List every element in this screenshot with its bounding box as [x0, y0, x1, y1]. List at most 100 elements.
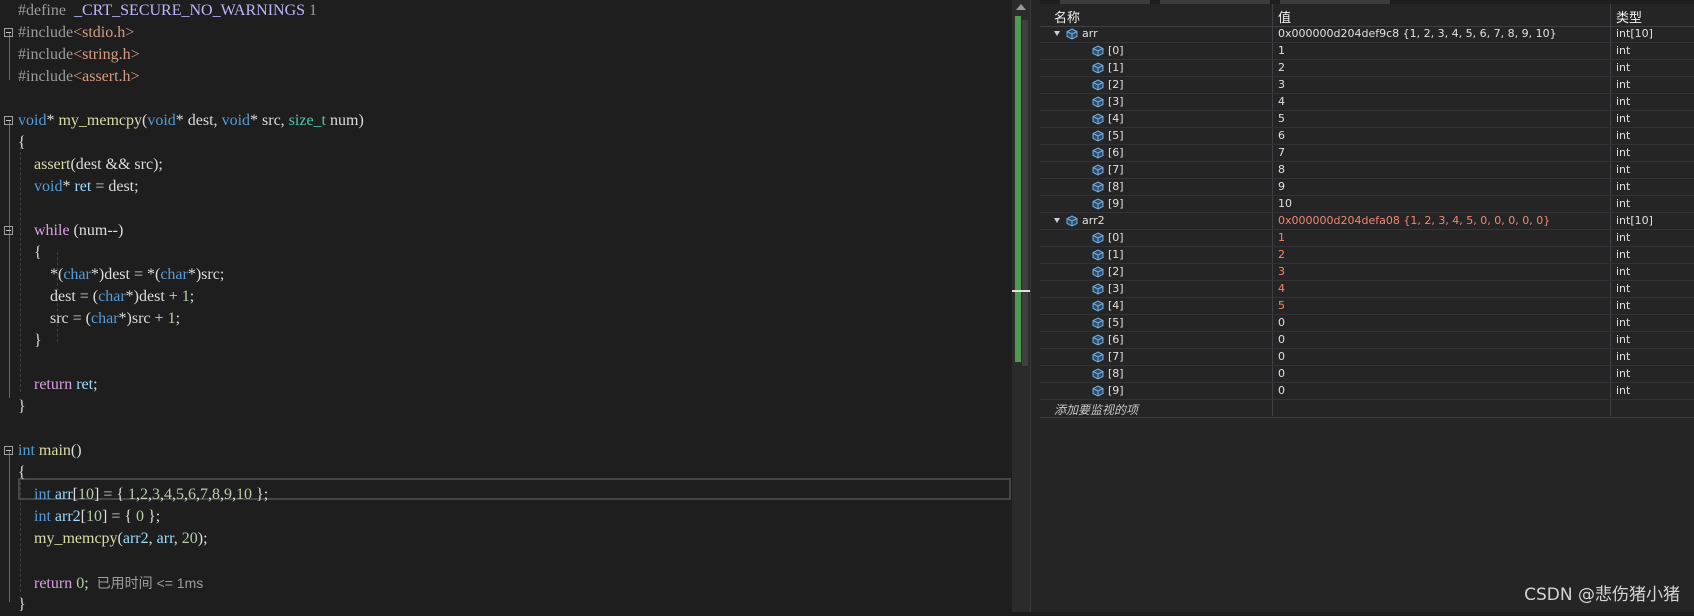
code-token: src = ( [18, 310, 92, 327]
watch-value[interactable]: 0 [1278, 333, 1285, 346]
fold-toggle-icon[interactable] [4, 226, 13, 235]
watch-value[interactable]: 0x000000d204defa08 {1, 2, 3, 4, 5, 0, 0,… [1278, 214, 1550, 227]
watch-name: [3] [1108, 95, 1124, 108]
watch-row-element[interactable]: [0] 1 int [1040, 230, 1694, 247]
watch-row-element[interactable]: [9] 10 int [1040, 196, 1694, 213]
code-token: 9 [224, 486, 233, 503]
scroll-up-arrow-icon[interactable] [1016, 4, 1026, 10]
watermark: CSDN @悲伤猪小猪 [1524, 585, 1680, 605]
code-token: ] = { [93, 486, 129, 503]
expand-triangle-icon[interactable] [1054, 31, 1060, 36]
watch-row-element[interactable]: [1] 2 int [1040, 247, 1694, 264]
code-token: 5 [176, 486, 185, 503]
expand-triangle-icon[interactable] [1054, 218, 1060, 223]
code-token: char [98, 288, 126, 305]
watch-value[interactable]: 5 [1278, 112, 1285, 125]
scroll-thumb[interactable] [1022, 20, 1028, 366]
watch-row-element[interactable]: [8] 0 int [1040, 366, 1694, 383]
code-token: 0 [76, 575, 85, 592]
watch-value[interactable]: 0 [1278, 384, 1285, 397]
watch-row-element[interactable]: [3] 4 int [1040, 281, 1694, 298]
watch-value[interactable]: 3 [1278, 78, 1285, 91]
watch-row-element[interactable]: [5] 6 int [1040, 128, 1694, 145]
watch-value[interactable]: 4 [1278, 95, 1285, 108]
add-watch-item-placeholder[interactable]: 添加要监视的项 [1054, 401, 1138, 418]
watch-row-element[interactable]: [8] 9 int [1040, 179, 1694, 196]
watch-row-element[interactable]: [6] 0 int [1040, 332, 1694, 349]
code-line-text: } [18, 330, 42, 352]
code-token: (num--) [69, 222, 124, 239]
watch-row-variable[interactable]: arr 0x000000d204def9c8 {1, 2, 3, 4, 5, 6,… [1040, 26, 1694, 43]
watch-value[interactable]: 0 [1278, 350, 1285, 363]
fold-toggle-icon[interactable] [4, 446, 13, 455]
watch-value[interactable]: 1 [1278, 231, 1285, 244]
watch-row-element[interactable]: [6] 7 int [1040, 145, 1694, 162]
code-token: ret [74, 178, 92, 195]
watch-row-element[interactable]: [4] 5 int [1040, 298, 1694, 315]
watch-value[interactable]: 4 [1278, 282, 1285, 295]
code-token: void [18, 112, 47, 129]
watch-row-element[interactable]: [1] 2 int [1040, 60, 1694, 77]
watch-row-element[interactable]: [7] 0 int [1040, 349, 1694, 366]
watch-value[interactable]: 0x000000d204def9c8 {1, 2, 3, 4, 5, 6, 7,… [1278, 27, 1557, 40]
fold-toggle-icon[interactable] [4, 116, 13, 125]
code-token: #define [18, 2, 74, 19]
watch-row-element[interactable]: [3] 4 int [1040, 94, 1694, 111]
code-token: int [18, 442, 35, 459]
watch-type: int [1616, 95, 1631, 108]
variable-cube-icon [1092, 198, 1104, 210]
add-watch-item-row[interactable]: 添加要监视的项 [1040, 400, 1694, 418]
fold-toggle-icon[interactable] [4, 28, 13, 37]
watch-value[interactable]: 3 [1278, 265, 1285, 278]
watch-type: int [1616, 350, 1631, 363]
watch-row-element[interactable]: [2] 3 int [1040, 77, 1694, 94]
watch-row-element[interactable]: [4] 5 int [1040, 111, 1694, 128]
code-token: arr [156, 530, 174, 547]
code-editor[interactable]: #define _CRT_SECURE_NO_WARNINGS 1 #includ… [0, 0, 1012, 613]
watch-window[interactable]: 名称 值 类型 arr 0x000000d204def9c8 {1, 2, 3, … [1040, 0, 1694, 612]
code-token: ; [189, 288, 195, 305]
watch-value[interactable]: 6 [1278, 129, 1285, 142]
code-token: 20 [181, 530, 198, 547]
watch-value[interactable]: 0 [1278, 367, 1285, 380]
code-token: arr2 [54, 508, 81, 525]
watch-row-element[interactable]: [7] 8 int [1040, 162, 1694, 179]
code-token: * dest, [175, 112, 222, 129]
code-line-text: src = (char*)src + 1; [18, 308, 180, 330]
watch-value[interactable]: 5 [1278, 299, 1285, 312]
variable-cube-icon [1092, 79, 1104, 91]
code-token: #include [18, 24, 74, 41]
code-token: 10 [236, 486, 253, 503]
code-token: char [63, 266, 91, 283]
watch-name: [7] [1108, 163, 1124, 176]
column-header-type[interactable]: 类型 [1616, 7, 1642, 26]
watch-value[interactable]: 2 [1278, 248, 1285, 261]
watch-row-variable[interactable]: arr2 0x000000d204defa08 {1, 2, 3, 4, 5, 0… [1040, 213, 1694, 230]
fold-bar [9, 120, 10, 398]
watch-value[interactable]: 2 [1278, 61, 1285, 74]
watch-value[interactable]: 0 [1278, 316, 1285, 329]
column-header-name[interactable]: 名称 [1054, 7, 1080, 26]
variable-cube-icon [1092, 300, 1104, 312]
watch-name: [7] [1108, 350, 1124, 363]
watch-row-element[interactable]: [9] 0 int [1040, 383, 1694, 400]
code-token: () [70, 442, 82, 459]
watch-row-element[interactable]: [5] 0 int [1040, 315, 1694, 332]
watch-value[interactable]: 8 [1278, 163, 1285, 176]
watch-name: arr2 [1082, 214, 1105, 227]
code-line-text: { [18, 462, 26, 484]
watch-value[interactable]: 7 [1278, 146, 1285, 159]
code-token: ] = { [101, 508, 137, 525]
editor-scrollbar[interactable] [1012, 0, 1030, 612]
code-token: 8 [212, 486, 221, 503]
code-token: size_t [288, 112, 326, 129]
watch-type: int [1616, 197, 1631, 210]
watch-value[interactable]: 10 [1278, 197, 1292, 210]
watch-row-element[interactable]: [2] 3 int [1040, 264, 1694, 281]
column-header-value[interactable]: 值 [1278, 7, 1291, 26]
watch-type: int [1616, 367, 1631, 380]
watch-value[interactable]: 9 [1278, 180, 1285, 193]
code-token: while [34, 222, 70, 239]
watch-row-element[interactable]: [0] 1 int [1040, 43, 1694, 60]
watch-value[interactable]: 1 [1278, 44, 1285, 57]
